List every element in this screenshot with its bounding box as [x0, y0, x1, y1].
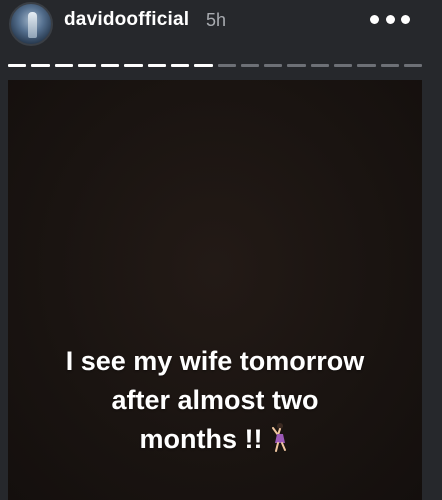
progress-segment-unviewed: [380, 64, 399, 67]
more-dot-icon: [370, 14, 379, 24]
caption-line: months !!: [139, 424, 263, 454]
more-dot-icon: [401, 14, 410, 24]
progress-segment-viewed: [170, 64, 190, 67]
progress-segment-viewed: [194, 64, 213, 67]
progress-segment-unviewed: [357, 64, 376, 67]
progress-segment-unviewed: [310, 64, 329, 67]
caption-line-3: months !!: [8, 420, 422, 459]
caption-line: after almost two: [111, 385, 319, 415]
progress-segment-viewed: [101, 64, 120, 67]
woman-dancing-icon: [272, 423, 287, 452]
progress-segment-unviewed: [403, 64, 423, 67]
progress-segment-viewed: [31, 64, 50, 67]
timestamp: 5h: [206, 10, 227, 30]
progress-segment-unviewed: [287, 64, 306, 67]
story-caption: I see my wife tomorrow after almost two …: [8, 342, 422, 459]
caption-line: I see my wife tomorrow: [65, 346, 365, 376]
more-options-button[interactable]: [370, 9, 410, 29]
progress-segment-unviewed: [264, 64, 283, 67]
story-viewer: davidoofficial 5h I see my wife tomorrow…: [0, 0, 442, 500]
story-header: davidoofficial 5h: [0, 0, 442, 50]
progress-segment-viewed: [8, 64, 27, 67]
progress-segment-unviewed: [217, 64, 236, 67]
more-dot-icon: [385, 14, 395, 24]
story-content[interactable]: I see my wife tomorrow after almost two …: [8, 80, 422, 500]
progress-segment-viewed: [124, 64, 143, 67]
avatar[interactable]: [9, 2, 53, 46]
progress-segment-viewed: [54, 64, 73, 67]
username[interactable]: davidoofficial: [64, 9, 189, 31]
progress-segment-unviewed: [333, 64, 353, 67]
progress-segment-viewed: [77, 64, 97, 67]
progress-segment-unviewed: [240, 64, 260, 67]
progress-segment-viewed: [147, 64, 166, 67]
story-progress-bar: [8, 64, 423, 68]
